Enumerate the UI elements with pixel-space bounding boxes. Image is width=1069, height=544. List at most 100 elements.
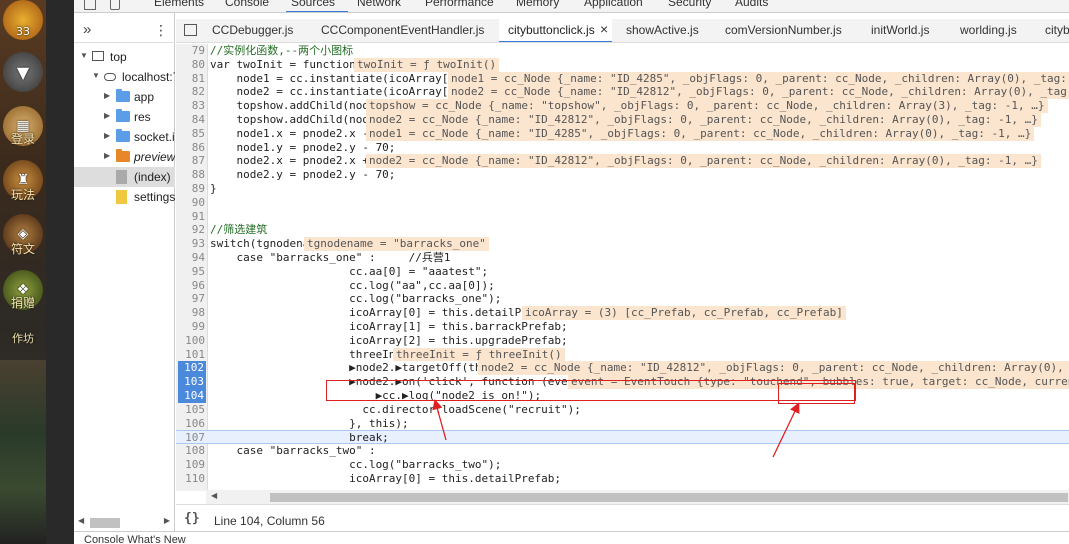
collapse-triangle-icon[interactable]: ▶	[104, 91, 110, 100]
line-number[interactable]: 88	[176, 168, 205, 182]
code-line[interactable]: 102 ▶node2.▶targetOff(this); node2 = cc_N…	[176, 361, 1069, 376]
line-number[interactable]: 105	[176, 403, 205, 417]
navigator-menu-icon[interactable]: ⋮	[154, 22, 168, 39]
code-line[interactable]: 82 node2 = cc.instantiate(icoArray[1]); n…	[176, 85, 1069, 100]
scrollbar-thumb[interactable]	[270, 493, 1068, 502]
tree-item-app[interactable]: ▶ app	[74, 87, 175, 107]
tab-application[interactable]: Application	[584, 0, 643, 9]
close-tab-icon[interactable]: ×	[600, 21, 608, 37]
line-number[interactable]: 96	[176, 279, 205, 293]
collapse-triangle-icon[interactable]: ▶	[104, 111, 110, 120]
line-number[interactable]: 87	[176, 154, 205, 168]
expand-triangle-icon[interactable]: ▼	[80, 51, 88, 60]
tree-item-socket[interactable]: ▶ socket.i	[74, 127, 175, 147]
code-line[interactable]: 94 case "barracks_one" : //兵营1	[176, 251, 1069, 265]
file-tab-showactive[interactable]: showActive.js	[626, 23, 699, 37]
tab-security[interactable]: Security	[668, 0, 711, 9]
file-tab-cityb[interactable]: cityb	[1045, 23, 1069, 37]
tab-audits[interactable]: Audits	[735, 0, 768, 9]
code-line[interactable]: 89}	[176, 182, 1069, 196]
tab-console[interactable]: Console	[225, 0, 269, 9]
collapse-triangle-icon[interactable]: ▶	[104, 131, 110, 140]
code-line[interactable]: 108 case "barracks_two" :	[176, 444, 1069, 458]
file-tab-comversionnumber[interactable]: comVersionNumber.js	[725, 23, 842, 37]
expand-triangle-icon[interactable]: ▼	[92, 71, 100, 80]
file-tab-ccdebugger[interactable]: CCDebugger.js	[212, 23, 293, 37]
code-line[interactable]: 87 node2.x = pnode2.x + 36; node2 = cc_No…	[176, 154, 1069, 169]
tab-performance[interactable]: Performance	[425, 0, 494, 9]
line-number[interactable]: 79	[176, 44, 205, 58]
code-line[interactable]: 86 node1.y = pnode2.y - 70;	[176, 141, 1069, 155]
tree-item-top[interactable]: ▼ top	[74, 47, 175, 67]
tab-network[interactable]: Network	[357, 0, 401, 9]
tree-item-index[interactable]: (index)	[74, 167, 175, 187]
line-number[interactable]: 101	[176, 348, 205, 362]
line-number[interactable]: 95	[176, 265, 205, 279]
tab-elements[interactable]: Elements	[154, 0, 204, 9]
code-line[interactable]: 79 //实例化函数,--两个小图标	[176, 44, 1069, 58]
code-line[interactable]: 84 topshow.addChild(node2); node2 = cc_No…	[176, 113, 1069, 127]
code-line[interactable]: 95 cc.aa[0] = "aaatest";	[176, 265, 1069, 279]
scroll-right-icon[interactable]: ▶	[164, 516, 170, 525]
line-number[interactable]: 81	[176, 72, 205, 86]
code-line[interactable]: 109 cc.log("barracks_two");	[176, 458, 1069, 472]
tree-item-settings[interactable]: settings	[74, 187, 175, 207]
line-number[interactable]: 91	[176, 210, 205, 224]
pretty-print-icon[interactable]: {}	[184, 511, 200, 526]
code-line[interactable]: 80 var twoInit = function(){twoInit = ƒ t…	[176, 57, 1069, 72]
scrollbar-thumb[interactable]	[90, 518, 120, 528]
code-line[interactable]: 85 node1.x = pnode2.x - 36; node1 = cc_No…	[176, 126, 1069, 141]
scroll-left-icon[interactable]: ◀	[211, 491, 217, 500]
line-number[interactable]: 85	[176, 127, 205, 141]
code-line[interactable]: 88 node2.y = pnode2.y - 70;	[176, 168, 1069, 182]
code-line[interactable]: 99 icoArray[1] = this.barrackPrefab;	[176, 320, 1069, 334]
line-number[interactable]: 92	[176, 223, 205, 237]
code-line[interactable]: 97 cc.log("barracks_one");	[176, 292, 1069, 306]
code-line[interactable]: 105 cc.director.loadScene("recruit");	[176, 403, 1069, 417]
device-toolbar-icon[interactable]	[110, 0, 120, 10]
inspect-element-icon[interactable]	[84, 0, 96, 10]
more-tabs-icon[interactable]: »	[83, 21, 91, 38]
collapse-triangle-icon[interactable]: ▶	[104, 151, 110, 160]
line-number[interactable]: 97	[176, 292, 205, 306]
tab-memory[interactable]: Memory	[516, 0, 559, 9]
line-number[interactable]: 83	[176, 99, 205, 113]
code-line[interactable]: 93 switch(tgnodename){tgnodename = "barra…	[176, 237, 1069, 251]
line-number[interactable]: 106	[176, 417, 205, 431]
editor-horizontal-scrollbar[interactable]: ◀	[206, 490, 1069, 504]
line-number[interactable]: 86	[176, 141, 205, 155]
code-line[interactable]: 92 //筛选建筑	[176, 223, 1069, 237]
breakpoint-marker[interactable]: 102	[178, 361, 206, 376]
tree-item-res[interactable]: ▶ res	[74, 107, 175, 127]
line-number[interactable]: 80	[176, 58, 205, 72]
code-line[interactable]: 91	[176, 210, 1069, 224]
navigator-scrollbar[interactable]: ◀ ▶	[78, 515, 170, 529]
file-tab-citybuttonclick[interactable]: citybuttonclick.js	[508, 23, 595, 37]
toggle-navigator-icon[interactable]	[184, 24, 197, 36]
line-number[interactable]: 100	[176, 334, 205, 348]
line-number[interactable]: 84	[176, 113, 205, 127]
tree-item-preview[interactable]: ▶ preview	[74, 147, 175, 167]
breakpoint-marker[interactable]: 103	[178, 375, 206, 389]
file-tab-initworld[interactable]: initWorld.js	[871, 23, 929, 37]
code-view[interactable]: 79 //实例化函数,--两个小图标 80 var twoInit = functio…	[176, 44, 1069, 491]
drawer-tabs-label[interactable]: Console What's New	[84, 534, 186, 544]
code-line[interactable]: 90	[176, 196, 1069, 210]
line-number[interactable]: 94	[176, 251, 205, 265]
line-number[interactable]: 82	[176, 85, 205, 99]
file-tab-worlding[interactable]: worlding.js	[960, 23, 1017, 37]
code-line[interactable]: 101 threeInit(); threeInit = ƒ threeInit(…	[176, 347, 1069, 362]
breakpoint-marker[interactable]: 104	[178, 389, 206, 403]
line-number[interactable]: 90	[176, 196, 205, 210]
line-number[interactable]: 110	[176, 472, 205, 486]
dropdown-arrow-icon[interactable]: ▼	[3, 52, 43, 92]
line-number[interactable]: 108	[176, 444, 205, 458]
line-number[interactable]: 98	[176, 306, 205, 320]
line-number[interactable]: 89	[176, 182, 205, 196]
line-number[interactable]: 107	[176, 431, 205, 445]
tab-sources[interactable]: Sources	[291, 0, 335, 9]
code-line[interactable]: 83 topshow.addChild(node1); topshow = cc_…	[176, 99, 1069, 113]
code-line[interactable]: 106 }, this);	[176, 417, 1069, 431]
code-line[interactable]: 110 icoArray[0] = this.detailPrefab;	[176, 472, 1069, 486]
file-tab-cccomponenteventhandler[interactable]: CCComponentEventHandler.js	[321, 23, 484, 37]
